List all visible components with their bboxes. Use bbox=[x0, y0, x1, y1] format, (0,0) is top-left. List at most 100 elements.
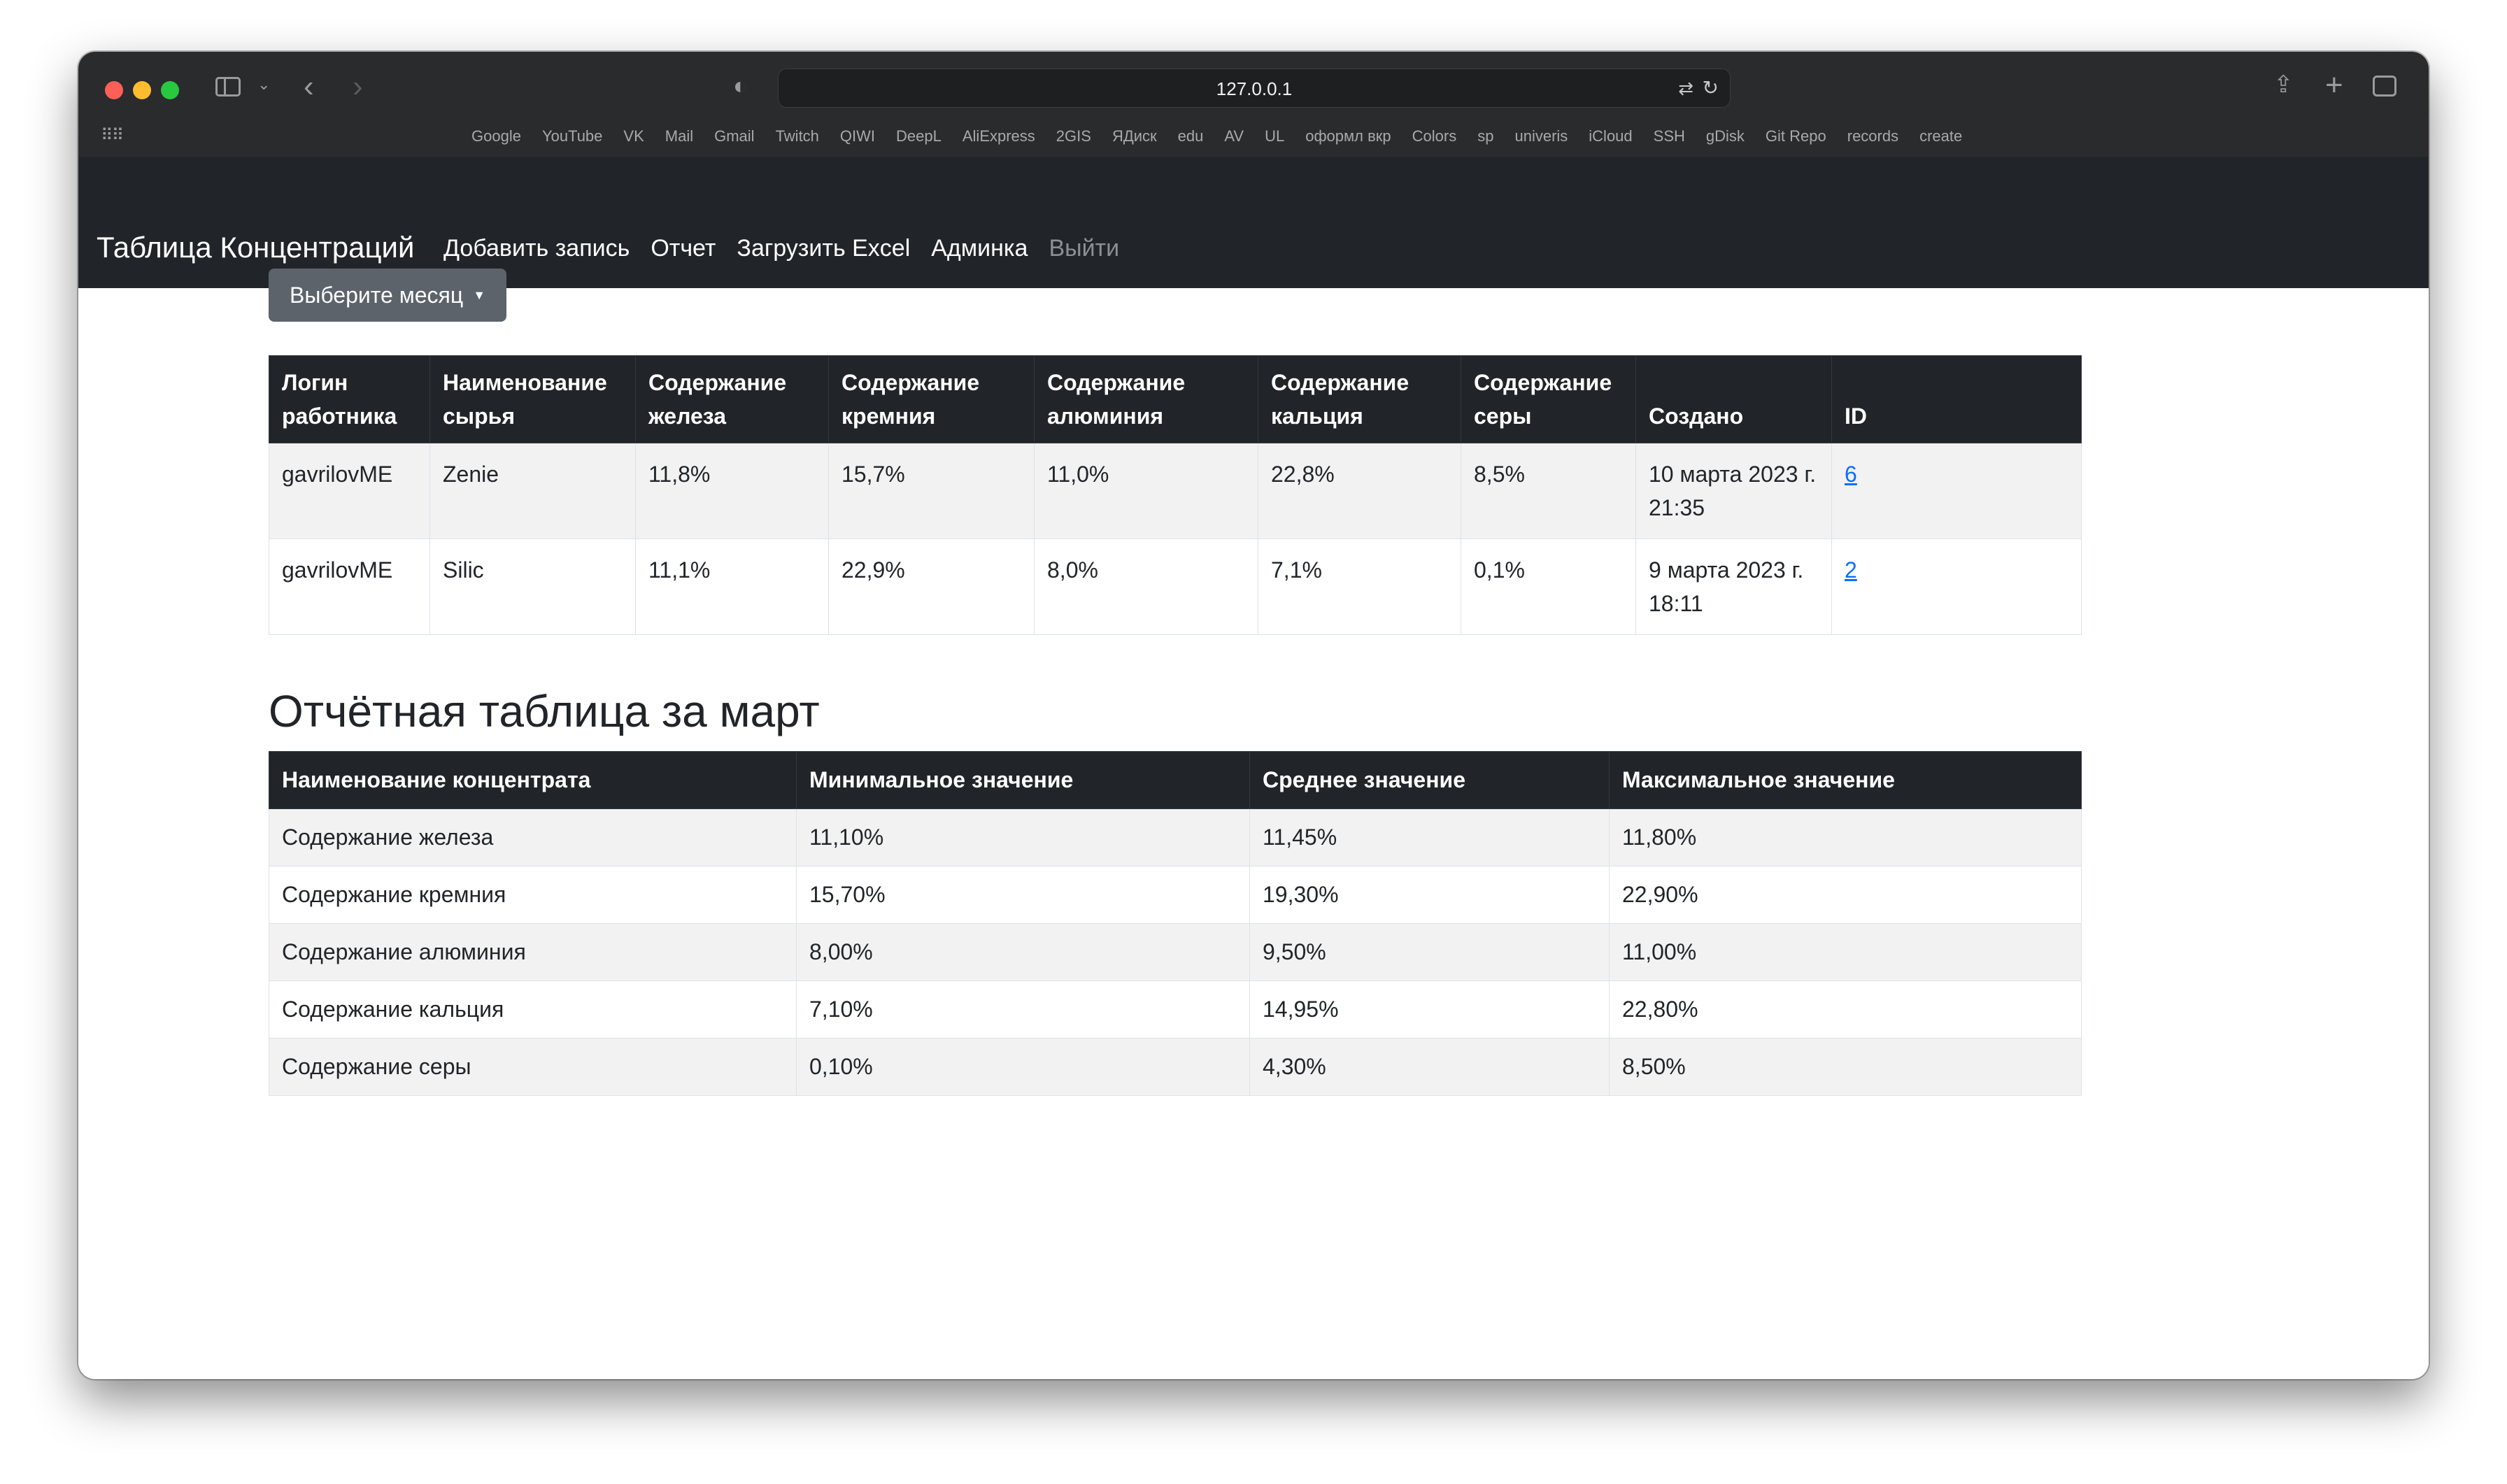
table-cell: 14,95% bbox=[1249, 980, 1610, 1039]
reload-icon[interactable]: ↻ bbox=[1703, 76, 1719, 99]
table-cell: 11,00% bbox=[1609, 923, 2082, 981]
table-cell: 9 марта 2023 г. 18:11 bbox=[1635, 538, 1832, 635]
bookmark-item[interactable]: AliExpress bbox=[963, 127, 1035, 145]
bookmark-item[interactable]: оформл вкр bbox=[1305, 127, 1391, 145]
table-cell: 22,90% bbox=[1609, 866, 2082, 924]
bookmark-item[interactable]: UL bbox=[1265, 127, 1284, 145]
bookmark-item[interactable]: AV bbox=[1224, 127, 1244, 145]
table-cell: 11,80% bbox=[1609, 808, 2082, 866]
table-cell: 6 bbox=[1831, 443, 2082, 539]
table-cell: 8,0% bbox=[1034, 538, 1258, 635]
translate-icon[interactable]: ⇄ bbox=[1678, 78, 1693, 99]
table-cell: 10 марта 2023 г. 21:35 bbox=[1635, 443, 1832, 539]
share-icon[interactable]: ⇪ bbox=[2273, 73, 2294, 97]
table-header-row: Наименование концентрата Минимальное зна… bbox=[269, 751, 2082, 809]
table-cell: 22,80% bbox=[1609, 980, 2082, 1039]
bookmark-item[interactable]: Git Repo bbox=[1766, 127, 1826, 145]
bookmark-item[interactable]: iCloud bbox=[1589, 127, 1632, 145]
table-row: Содержание алюминия 8,00% 9,50% 11,00% bbox=[269, 923, 2082, 981]
column-header: Наименование концентрата bbox=[269, 751, 797, 809]
address-bar[interactable]: 127.0.0.1 ⇄ ↻ bbox=[778, 69, 1731, 108]
column-header: Содержание кремния bbox=[828, 355, 1035, 443]
bookmark-item[interactable]: 2GIS bbox=[1056, 127, 1091, 145]
bookmark-item[interactable]: YouTube bbox=[542, 127, 602, 145]
table-cell: 15,70% bbox=[796, 866, 1250, 924]
table-cell: 4,30% bbox=[1249, 1038, 1610, 1096]
column-header: Минимальное значение bbox=[796, 751, 1250, 809]
chevron-down-icon[interactable]: ⌄ bbox=[257, 77, 270, 92]
column-header: Создано bbox=[1635, 355, 1832, 443]
apps-grid-icon[interactable]: ⠿⠿ bbox=[101, 127, 124, 144]
table-cell: Содержание кальция bbox=[269, 980, 797, 1039]
table-cell: 0,1% bbox=[1461, 538, 1636, 635]
new-tab-icon[interactable]: + bbox=[2325, 70, 2343, 101]
bookmark-item[interactable]: records bbox=[1847, 127, 1898, 145]
nav-links: Добавить запись Отчет Загрузить Excel Ад… bbox=[443, 235, 1119, 262]
table-cell: 22,8% bbox=[1258, 443, 1461, 539]
table-cell: gavrilovME bbox=[269, 538, 430, 635]
bookmark-item[interactable]: edu bbox=[1178, 127, 1204, 145]
table-cell: 22,9% bbox=[828, 538, 1035, 635]
table-row: Содержание серы 0,10% 4,30% 8,50% bbox=[269, 1038, 2082, 1096]
table-row: Содержание кремния 15,70% 19,30% 22,90% bbox=[269, 866, 2082, 924]
column-header: Содержание железа bbox=[635, 355, 829, 443]
zoom-window-button[interactable] bbox=[161, 81, 179, 99]
browser-toolbar: ⌄ ‹ › ◐ 127.0.0.1 ⇄ ↻ ⇪ + ⠿⠿ Google YouT… bbox=[78, 52, 2429, 157]
close-window-button[interactable] bbox=[105, 81, 123, 99]
table-cell: 8,5% bbox=[1461, 443, 1636, 539]
bookmark-item[interactable]: create bbox=[1919, 127, 1962, 145]
table-row: Содержание железа 11,10% 11,45% 11,80% bbox=[269, 808, 2082, 866]
forward-arrow-icon[interactable]: › bbox=[353, 71, 363, 102]
nav-report[interactable]: Отчет bbox=[651, 235, 716, 262]
table-cell: 8,00% bbox=[796, 923, 1250, 981]
record-id-link[interactable]: 2 bbox=[1845, 557, 1857, 583]
nav-logout[interactable]: Выйти bbox=[1049, 235, 1119, 262]
table-row: Содержание кальция 7,10% 14,95% 22,80% bbox=[269, 980, 2082, 1039]
table-cell: gavrilovME bbox=[269, 443, 430, 539]
bookmark-item[interactable]: univeris bbox=[1514, 127, 1568, 145]
bookmark-item[interactable]: sp bbox=[1477, 127, 1493, 145]
bookmark-item[interactable]: VK bbox=[623, 127, 644, 145]
bookmark-item[interactable]: Colors bbox=[1412, 127, 1457, 145]
navbar-brand[interactable]: Таблица Концентраций bbox=[97, 231, 414, 264]
table-cell: Содержание железа bbox=[269, 808, 797, 866]
bookmark-item[interactable]: Google bbox=[471, 127, 521, 145]
column-header: Логин работника bbox=[269, 355, 430, 443]
column-header: Среднее значение bbox=[1249, 751, 1610, 809]
table-cell: 11,45% bbox=[1249, 808, 1610, 866]
table-cell: 9,50% bbox=[1249, 923, 1610, 981]
bookmark-item[interactable]: QIWI bbox=[840, 127, 875, 145]
column-header: ID bbox=[1831, 355, 2082, 443]
table-cell: 19,30% bbox=[1249, 866, 1610, 924]
bookmark-item[interactable]: SSH bbox=[1654, 127, 1685, 145]
table-header-row: Логин работника Наименование сырья Содер… bbox=[269, 355, 2082, 443]
table-cell: 7,1% bbox=[1258, 538, 1461, 635]
bookmark-item[interactable]: Mail bbox=[665, 127, 693, 145]
bookmarks-bar: Google YouTube VK Mail Gmail Twitch QIWI… bbox=[471, 127, 1962, 145]
month-select-button[interactable]: Выберите месяц ▼ bbox=[269, 269, 506, 322]
table-cell: 7,10% bbox=[796, 980, 1250, 1039]
column-header: Содержание серы bbox=[1461, 355, 1636, 443]
table-cell: 2 bbox=[1831, 538, 2082, 635]
bookmark-item[interactable]: Gmail bbox=[714, 127, 754, 145]
privacy-shield-icon[interactable]: ◐ bbox=[733, 74, 748, 98]
nav-admin[interactable]: Админка bbox=[931, 235, 1028, 262]
bookmark-item[interactable]: gDisk bbox=[1706, 127, 1745, 145]
nav-upload-excel[interactable]: Загрузить Excel bbox=[737, 235, 910, 262]
table-cell: 0,10% bbox=[796, 1038, 1250, 1096]
record-id-link[interactable]: 6 bbox=[1845, 462, 1857, 487]
table-row: gavrilovME Silic 11,1% 22,9% 8,0% 7,1% 0… bbox=[269, 538, 2082, 635]
back-arrow-icon[interactable]: ‹ bbox=[304, 71, 314, 102]
table-cell: 8,50% bbox=[1609, 1038, 2082, 1096]
nav-add-record[interactable]: Добавить запись bbox=[443, 235, 630, 262]
column-header: Содержание алюминия bbox=[1034, 355, 1258, 443]
minimize-window-button[interactable] bbox=[133, 81, 151, 99]
tab-overview-icon[interactable] bbox=[2373, 76, 2396, 97]
bookmark-item[interactable]: ЯДиск bbox=[1112, 127, 1157, 145]
table-cell: 11,8% bbox=[635, 443, 829, 539]
table-cell: 15,7% bbox=[828, 443, 1035, 539]
caret-down-icon: ▼ bbox=[473, 287, 486, 302]
sidebar-toggle-icon[interactable] bbox=[215, 77, 241, 97]
bookmark-item[interactable]: Twitch bbox=[776, 127, 819, 145]
bookmark-item[interactable]: DeepL bbox=[896, 127, 942, 145]
